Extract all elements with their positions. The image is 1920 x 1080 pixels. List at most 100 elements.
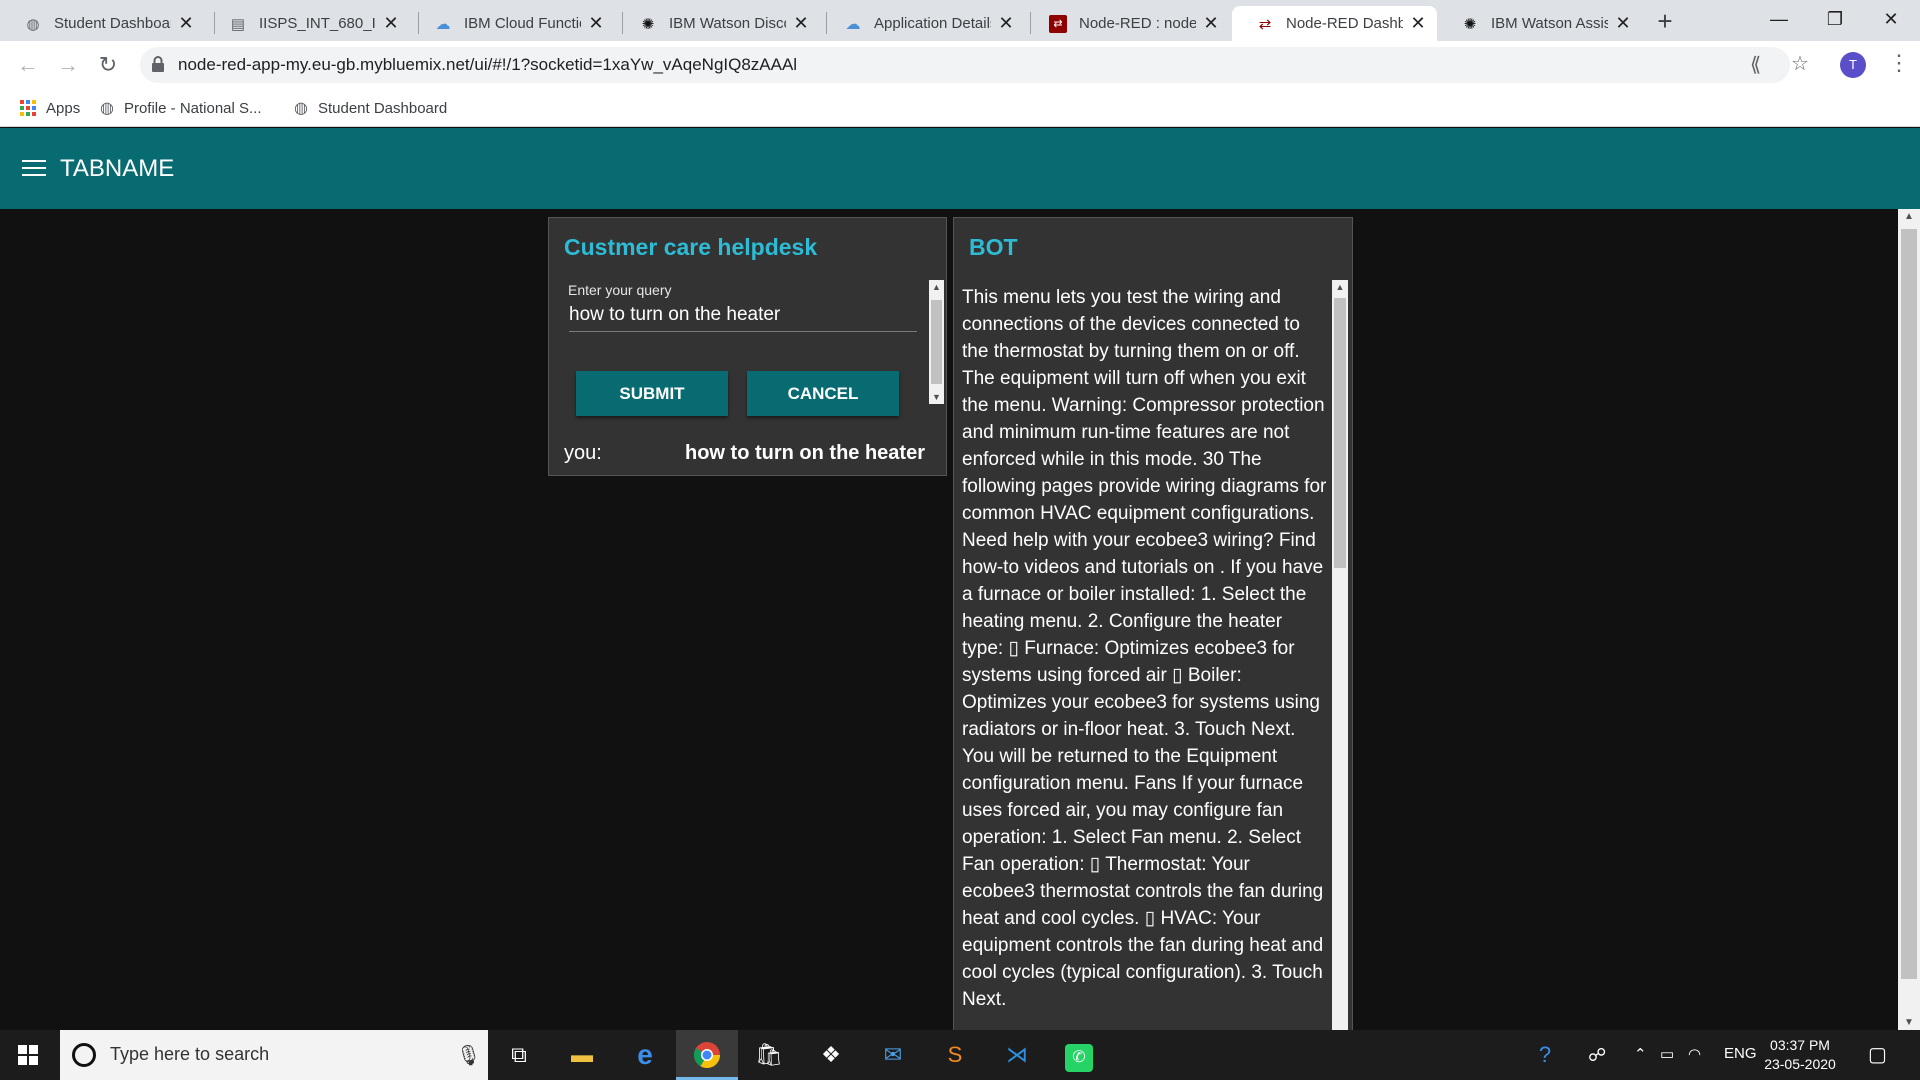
notification-center-icon[interactable]: ▢ xyxy=(1868,1042,1887,1067)
taskbar-clock[interactable]: 03:37 PM 23-05-2020 xyxy=(1760,1036,1840,1074)
forward-icon[interactable]: → xyxy=(52,49,84,81)
form-scrollbar[interactable]: ▲ ▼ xyxy=(929,280,944,404)
close-icon[interactable]: ✕ xyxy=(1614,13,1632,34)
close-icon[interactable]: ✕ xyxy=(1409,13,1427,34)
scroll-down-icon[interactable]: ▼ xyxy=(929,392,944,402)
globe-icon: ◍ xyxy=(294,100,308,117)
browser-tab[interactable]: ✺ IBM Watson Assist ✕ xyxy=(1437,6,1642,41)
browser-toolbar: ← → ↻ node-red-app-my.eu-gb.mybluemix.ne… xyxy=(0,41,1920,89)
close-icon[interactable]: ✕ xyxy=(382,13,400,34)
microphone-icon[interactable]: 🎙 xyxy=(456,1043,481,1068)
watson-icon: ✺ xyxy=(641,15,655,33)
cloud-icon: ☁ xyxy=(435,15,451,33)
watson-icon: ✺ xyxy=(1463,15,1477,33)
whatsapp-icon[interactable]: ✆ xyxy=(1062,1038,1096,1072)
globe-icon: ◍ xyxy=(26,15,40,33)
edge-icon[interactable]: e xyxy=(628,1038,662,1072)
scroll-up-icon[interactable]: ▲ xyxy=(1898,211,1920,222)
bookmark-label: Apps xyxy=(46,99,81,117)
node-red-icon: ⇄ xyxy=(1049,14,1067,33)
dropbox-icon[interactable]: ❖ xyxy=(814,1038,848,1072)
browser-tab[interactable]: ☁ Application Details ✕ xyxy=(820,6,1025,41)
taskbar-search-box[interactable]: Type here to search 🎙 xyxy=(60,1030,488,1080)
scroll-up-icon[interactable]: ▲ xyxy=(929,282,944,292)
browser-menu-icon[interactable]: ⋮ xyxy=(1888,50,1910,76)
bookmark-star-icon[interactable]: ☆ xyxy=(1791,51,1809,76)
vscode-icon[interactable]: ⋊ xyxy=(1000,1038,1034,1072)
document-icon: ▤ xyxy=(230,15,246,33)
tab-title: IBM Cloud Functio xyxy=(464,15,581,32)
bot-scrollbar[interactable]: ▲ xyxy=(1332,280,1348,1046)
browser-tab-active[interactable]: ⇄ Node-RED Dashbo ✕ xyxy=(1232,6,1437,41)
mail-icon[interactable]: ✉ xyxy=(876,1038,910,1072)
lock-icon xyxy=(152,56,164,72)
bookmark-profile[interactable]: ◍ Profile - National S... xyxy=(100,96,262,120)
task-view-icon[interactable]: ⧉ xyxy=(502,1038,536,1072)
globe-icon: ◍ xyxy=(100,100,114,117)
bookmark-student-dashboard[interactable]: ◍ Student Dashboard xyxy=(294,96,447,120)
close-icon[interactable]: ✕ xyxy=(587,13,605,34)
back-icon[interactable]: ← xyxy=(12,49,44,81)
people-icon[interactable]: ☍ xyxy=(1588,1045,1606,1066)
hamburger-menu-icon[interactable] xyxy=(22,160,46,178)
help-icon[interactable]: ? xyxy=(1528,1038,1562,1072)
sublime-text-icon[interactable]: S xyxy=(938,1038,972,1072)
helpdesk-card: Custmer care helpdesk Enter your query h… xyxy=(548,217,947,476)
tab-title: Node-RED Dashbo xyxy=(1286,15,1403,32)
profile-avatar[interactable]: T xyxy=(1840,52,1866,78)
clock-date: 23-05-2020 xyxy=(1764,1056,1836,1072)
browser-tab[interactable]: ◍ Student Dashboard ✕ xyxy=(0,6,205,41)
windows-taskbar: Type here to search 🎙 ⧉ ▬ e 🛍 ❖ ✉ S ⋊ ✆ … xyxy=(0,1030,1920,1080)
page-scrollbar[interactable]: ▲ ▼ xyxy=(1898,209,1920,1030)
you-label: you: xyxy=(564,442,602,464)
show-hidden-icons[interactable]: ⌃ xyxy=(1634,1045,1647,1063)
battery-icon[interactable]: ▭ xyxy=(1660,1045,1674,1063)
bookmarks-bar: Apps ◍ Profile - National S... ◍ Student… xyxy=(0,89,1920,127)
address-bar[interactable]: node-red-app-my.eu-gb.mybluemix.net/ui/#… xyxy=(140,47,1790,83)
tab-title: Node-RED : node- xyxy=(1079,15,1196,32)
file-explorer-icon[interactable]: ▬ xyxy=(565,1038,599,1072)
browser-tab[interactable]: ▤ IISPS_INT_680_Inte ✕ xyxy=(205,6,410,41)
page-title: TABNAME xyxy=(60,155,175,182)
store-icon[interactable]: 🛍 xyxy=(752,1038,786,1072)
browser-tab[interactable]: ☁ IBM Cloud Functio ✕ xyxy=(410,6,615,41)
query-input[interactable]: how to turn on the heater xyxy=(569,304,917,332)
windows-start-icon[interactable] xyxy=(18,1045,38,1065)
browser-tab[interactable]: ⇄ Node-RED : node- ✕ xyxy=(1025,6,1230,41)
tab-title: IBM Watson Disco xyxy=(669,15,786,32)
close-icon[interactable]: ✕ xyxy=(792,13,810,34)
scroll-down-icon[interactable]: ▼ xyxy=(1898,1017,1920,1028)
reload-icon[interactable]: ↻ xyxy=(92,49,124,81)
close-icon[interactable]: ✕ xyxy=(177,13,195,34)
chrome-icon[interactable] xyxy=(690,1038,724,1072)
tab-title: IBM Watson Assist xyxy=(1491,15,1608,32)
bookmark-label: Profile - National S... xyxy=(123,99,262,117)
bookmark-label: Student Dashboard xyxy=(317,99,448,117)
url-text: node-red-app-my.eu-gb.mybluemix.net/ui/#… xyxy=(178,55,798,74)
minimize-icon[interactable]: — xyxy=(1750,0,1808,41)
search-placeholder: Type here to search xyxy=(110,1044,270,1064)
restore-icon[interactable]: ❐ xyxy=(1806,0,1864,41)
node-red-dashboard-icon: ⇄ xyxy=(1258,15,1272,33)
wifi-icon[interactable]: ◠ xyxy=(1688,1045,1701,1063)
scroll-up-icon[interactable]: ▲ xyxy=(1332,282,1348,292)
close-icon[interactable]: ✕ xyxy=(1202,13,1220,34)
clock-time: 03:37 PM xyxy=(1770,1037,1830,1053)
query-label: Enter your query xyxy=(568,282,672,298)
close-window-icon[interactable]: ✕ xyxy=(1862,0,1920,41)
submit-button[interactable]: SUBMIT xyxy=(576,371,728,416)
cancel-button[interactable]: CANCEL xyxy=(747,371,899,416)
language-indicator[interactable]: ENG xyxy=(1724,1045,1757,1062)
browser-tab[interactable]: ✺ IBM Watson Disco ✕ xyxy=(615,6,820,41)
dashboard-content: Custmer care helpdesk Enter your query h… xyxy=(0,209,1920,1047)
tab-title: Student Dashboard xyxy=(54,15,171,32)
cortana-icon xyxy=(72,1043,96,1067)
close-icon[interactable]: ✕ xyxy=(997,13,1015,34)
cloud-icon: ☁ xyxy=(845,15,861,33)
translate-icon[interactable]: ⟪ xyxy=(1750,52,1761,77)
tab-title: IISPS_INT_680_Inte xyxy=(259,15,376,32)
new-tab-icon[interactable]: + xyxy=(1650,6,1680,36)
tab-title: Application Details xyxy=(874,15,991,32)
bookmark-apps[interactable]: Apps xyxy=(20,96,80,120)
you-value: how to turn on the heater xyxy=(685,442,925,464)
